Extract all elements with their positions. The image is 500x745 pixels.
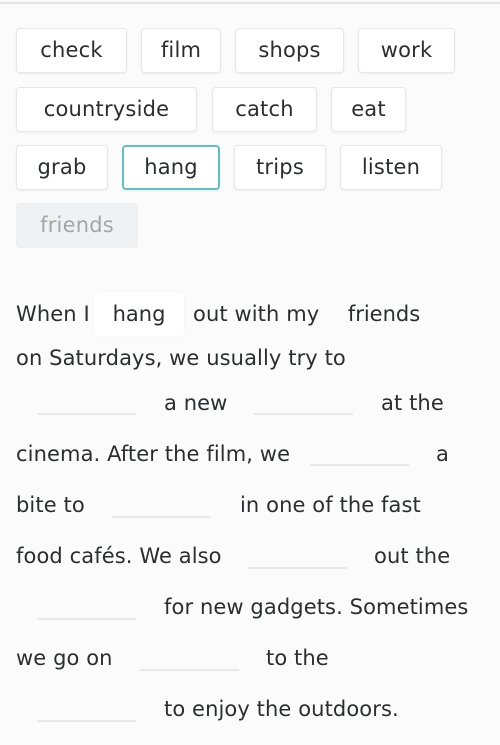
cloze-passage: When I hang out with my friends on Satur… bbox=[0, 0, 500, 745]
passage-text: food cafés. We also bbox=[16, 544, 222, 568]
blank-9[interactable] bbox=[140, 669, 239, 671]
blank-1-filled[interactable]: hang bbox=[94, 292, 184, 336]
passage-text: a new bbox=[164, 391, 228, 415]
blank-4[interactable] bbox=[254, 413, 353, 415]
blank-3[interactable] bbox=[37, 413, 136, 415]
passage-text: out with my bbox=[193, 302, 320, 326]
passage-text: for new gadgets. Sometimes bbox=[164, 595, 469, 619]
passage-text: we go on bbox=[16, 646, 113, 670]
blank-2-filled[interactable]: friends bbox=[334, 292, 434, 336]
passage-text: out the bbox=[374, 544, 451, 568]
passage-text: cinema. After the film, we bbox=[16, 442, 291, 466]
passage-text: bite to bbox=[16, 493, 85, 517]
passage-text: on Saturdays, we usually try to bbox=[16, 346, 346, 370]
passage-text: at the bbox=[381, 391, 444, 415]
passage-text: in one of the fast bbox=[240, 493, 421, 517]
blank-10[interactable] bbox=[37, 720, 136, 722]
blank-8[interactable] bbox=[37, 618, 136, 620]
passage-text: When I bbox=[16, 302, 90, 326]
passage-text: a bbox=[436, 442, 449, 466]
passage-text: to enjoy the outdoors. bbox=[164, 697, 399, 721]
blank-6[interactable] bbox=[112, 516, 211, 518]
passage-text: to the bbox=[266, 646, 329, 670]
blank-5[interactable] bbox=[310, 464, 409, 466]
blank-7[interactable] bbox=[248, 567, 347, 569]
